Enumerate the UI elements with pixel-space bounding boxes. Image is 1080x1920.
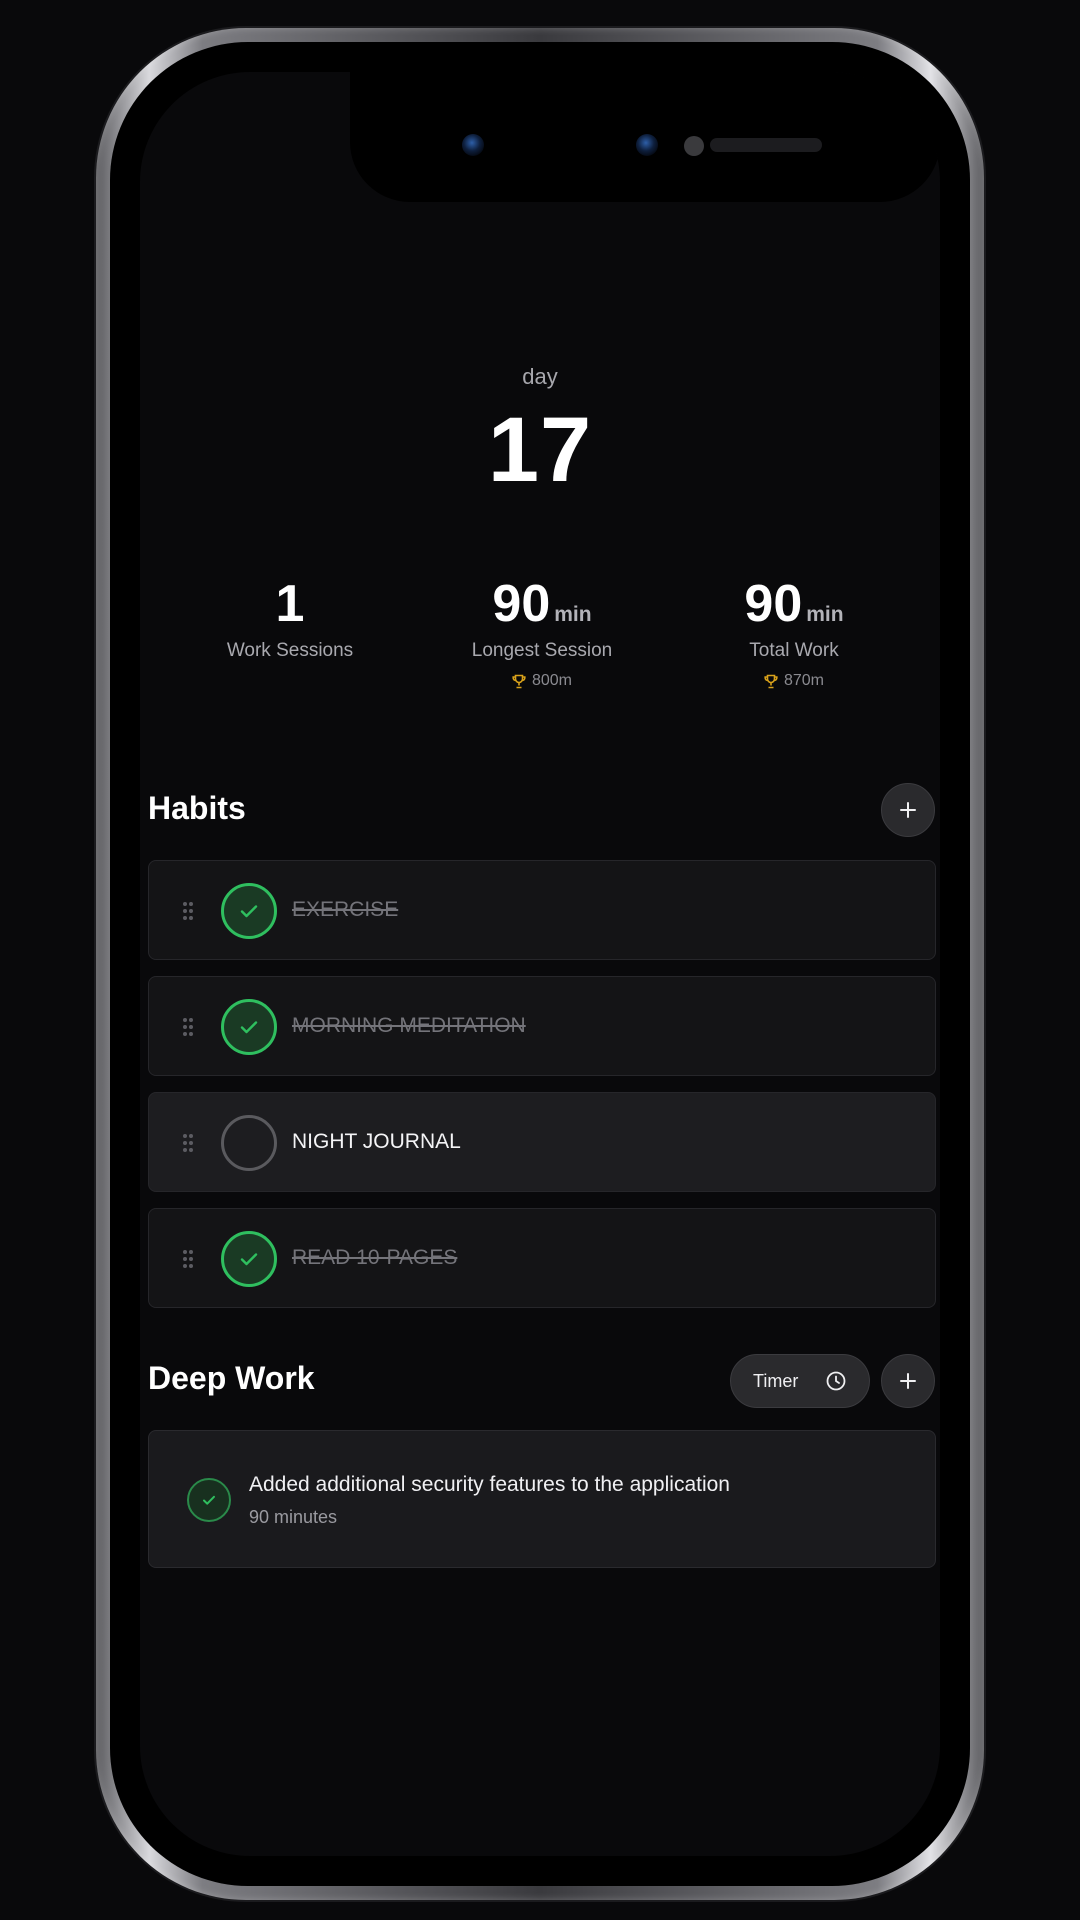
stat-label: Work Sessions [226,640,354,661]
add-session-button[interactable] [881,1354,935,1408]
check-icon [240,1253,258,1266]
earpiece-speaker [710,138,822,152]
stat-value: 90 [744,575,803,633]
day-label: day [522,364,558,389]
session-title: Added additional security features to th… [249,1473,730,1496]
trophy-icon [764,674,778,688]
habit-label: NIGHT JOURNAL [292,1130,461,1153]
habit-label: EXERCISE [292,898,399,921]
drag-handle-icon[interactable] [181,1016,195,1038]
plus-icon [900,1373,916,1389]
stat-record-value: 870m [783,672,825,689]
stat-unit: min [806,603,844,626]
stat-unit: min [554,603,592,626]
habit-label: READ 10-PAGES [292,1246,458,1269]
stat-value: 90 [492,575,551,633]
proximity-sensor-icon [684,136,704,156]
habit-item[interactable]: NIGHT JOURNAL [148,1092,936,1192]
clock-icon [826,1371,846,1391]
trophy-icon [512,674,526,688]
habit-item[interactable]: READ 10-PAGES [148,1208,936,1308]
deep-work-session[interactable]: Added additional security features to th… [148,1430,936,1568]
phone-bezel [110,42,970,1886]
habit-item[interactable]: MORNING MEDITATION [148,976,936,1076]
check-icon [240,905,258,918]
plus-icon [900,802,916,818]
phone-frame [96,28,984,1900]
stat-value: 1 [275,575,305,633]
front-camera-icon [462,134,484,156]
check-icon [240,1021,258,1034]
stat-record: 800m [412,672,672,690]
stat-label: Total Work [749,640,839,661]
stat-label: Longest Session [471,640,613,661]
notch [350,72,940,202]
drag-handle-icon[interactable] [181,1248,195,1270]
drag-handle-icon[interactable] [181,900,195,922]
timer-button[interactable]: Timer [730,1354,870,1408]
check-icon [203,1495,215,1505]
habit-label: MORNING MEDITATION [292,1014,526,1037]
habit-checkbox[interactable] [221,1115,277,1171]
session-duration: 90 minutes [249,1507,338,1527]
timer-button-label: Timer [753,1370,799,1391]
add-habit-button[interactable] [881,783,935,837]
stat-longest-session: 90 min Longest Session 800m [412,574,672,690]
app-root: day 17 1 Work Sessions 90 min Longest Ses… [0,0,1080,1920]
stat-work-sessions: 1 Work Sessions [160,574,420,662]
session-complete-badge [187,1478,231,1522]
deep-work-title: Deep Work [148,1360,315,1396]
habit-checkbox[interactable] [221,999,277,1055]
stat-record-value: 800m [531,672,573,689]
day-number: 17 [487,399,593,501]
habits-title: Habits [148,790,246,826]
habit-checkbox[interactable] [221,1231,277,1287]
drag-handle-icon[interactable] [181,1132,195,1154]
habit-checkbox[interactable] [221,883,277,939]
habit-item[interactable]: EXERCISE [148,860,936,960]
phone-screen [140,72,940,1856]
stat-record: 870m [664,672,924,690]
stat-total-work: 90 min Total Work 870m [664,574,924,690]
face-sensor-icon [636,134,658,156]
